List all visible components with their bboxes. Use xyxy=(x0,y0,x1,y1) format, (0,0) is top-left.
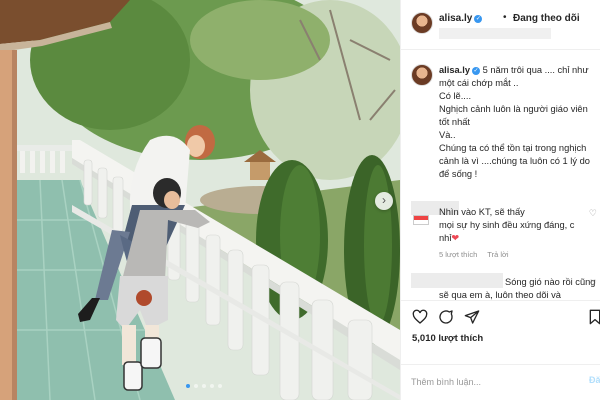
reply-button[interactable]: Trả lời xyxy=(487,250,508,259)
photo-illustration xyxy=(0,0,400,400)
caption-line: một cái chớp mắt .. xyxy=(439,78,519,88)
caption-line: cảnh là vì ....chúng ta luôn có 1 lý do xyxy=(439,156,590,166)
post-comment-button[interactable]: Đă xyxy=(589,375,600,385)
post-side-panel: alisa.ly ✓ • Đang theo dõi alisa.ly ✓ 5 nă… xyxy=(400,0,600,400)
comment-line: Nhìn vào KT, sẽ thấy xyxy=(439,207,525,217)
caption-avatar[interactable] xyxy=(411,64,433,86)
carousel-dot xyxy=(202,384,206,388)
caption-line: Có lẽ.... xyxy=(439,91,472,101)
instagram-post-viewer: › alisa.ly ✓ • Đang theo dõi alisa.ly ✓ 5 … xyxy=(0,0,600,400)
next-photo-button[interactable]: › xyxy=(375,192,393,210)
comment-meta: 5 lượt thích Trả lời xyxy=(439,250,519,259)
heart-outline-icon[interactable] xyxy=(412,309,428,325)
carousel-indicator xyxy=(186,384,222,388)
verified-badge-icon: ✓ xyxy=(472,67,481,75)
comment-text: Sóng gió nào rồi cũng sẽ qua em à, luôn … xyxy=(439,276,596,302)
comment-line-text: nhỉ xyxy=(439,233,452,243)
post-header: alisa.ly ✓ • Đang theo dõi xyxy=(401,0,600,50)
author-username-link[interactable]: alisa.ly ✓ xyxy=(439,13,483,24)
comment-line: Sóng gió nào rồi cũng xyxy=(505,277,596,287)
flag-icon xyxy=(413,215,429,225)
comment-line: mọi sự hy sinh đều xứng đáng, c xyxy=(439,220,575,230)
caption-username[interactable]: alisa.ly xyxy=(439,65,470,75)
carousel-dot xyxy=(210,384,214,388)
caption-line: Và.. xyxy=(439,130,456,140)
carousel-dot xyxy=(186,384,190,388)
post-caption: alisa.ly ✓ 5 năm trôi qua .... chỉ như mộ… xyxy=(439,64,597,181)
comment-line: nhỉ❤ xyxy=(439,232,589,245)
author-username[interactable]: alisa.ly xyxy=(439,13,472,24)
likes-count[interactable]: 5,010 lượt thích xyxy=(412,333,483,344)
caption-line: Nghịch cảnh luôn là người giáo viên xyxy=(439,104,588,114)
caption-text: 5 năm trôi qua .... chỉ như xyxy=(482,65,589,75)
comment-input[interactable] xyxy=(411,375,561,389)
carousel-dot xyxy=(194,384,198,388)
carousel-dot xyxy=(218,384,222,388)
comment-text: Nhìn vào KT, sẽ thấy mọi sự hy sinh đều … xyxy=(439,206,589,245)
caption-line: alisa.ly ✓ 5 năm trôi qua .... chỉ như xyxy=(439,64,597,77)
comment-like-icon[interactable]: ♡ xyxy=(589,278,597,289)
avatar[interactable] xyxy=(411,12,433,34)
caption-line: Chúng ta có thể tồn tại trong nghịch xyxy=(439,143,587,153)
comment-likes-count[interactable]: 5 lượt thích xyxy=(439,250,477,259)
send-icon[interactable] xyxy=(464,309,480,325)
caption-line: để sống ! xyxy=(439,169,478,179)
post-photo[interactable]: › xyxy=(0,0,400,400)
redacted-location xyxy=(439,28,551,39)
comment-icon[interactable] xyxy=(438,309,454,325)
header-separator: • xyxy=(503,12,507,23)
add-comment-bar: Đă xyxy=(401,364,600,400)
caption-line: tốt nhất xyxy=(439,117,471,127)
bookmark-icon[interactable] xyxy=(587,309,600,325)
comment-like-icon[interactable]: ♡ xyxy=(589,208,597,219)
post-action-bar: 5,010 lượt thích xyxy=(401,300,600,370)
red-heart-icon: ❤ xyxy=(451,233,460,243)
following-status-button[interactable]: Đang theo dõi xyxy=(513,13,580,24)
verified-badge-icon: ✓ xyxy=(474,15,483,23)
